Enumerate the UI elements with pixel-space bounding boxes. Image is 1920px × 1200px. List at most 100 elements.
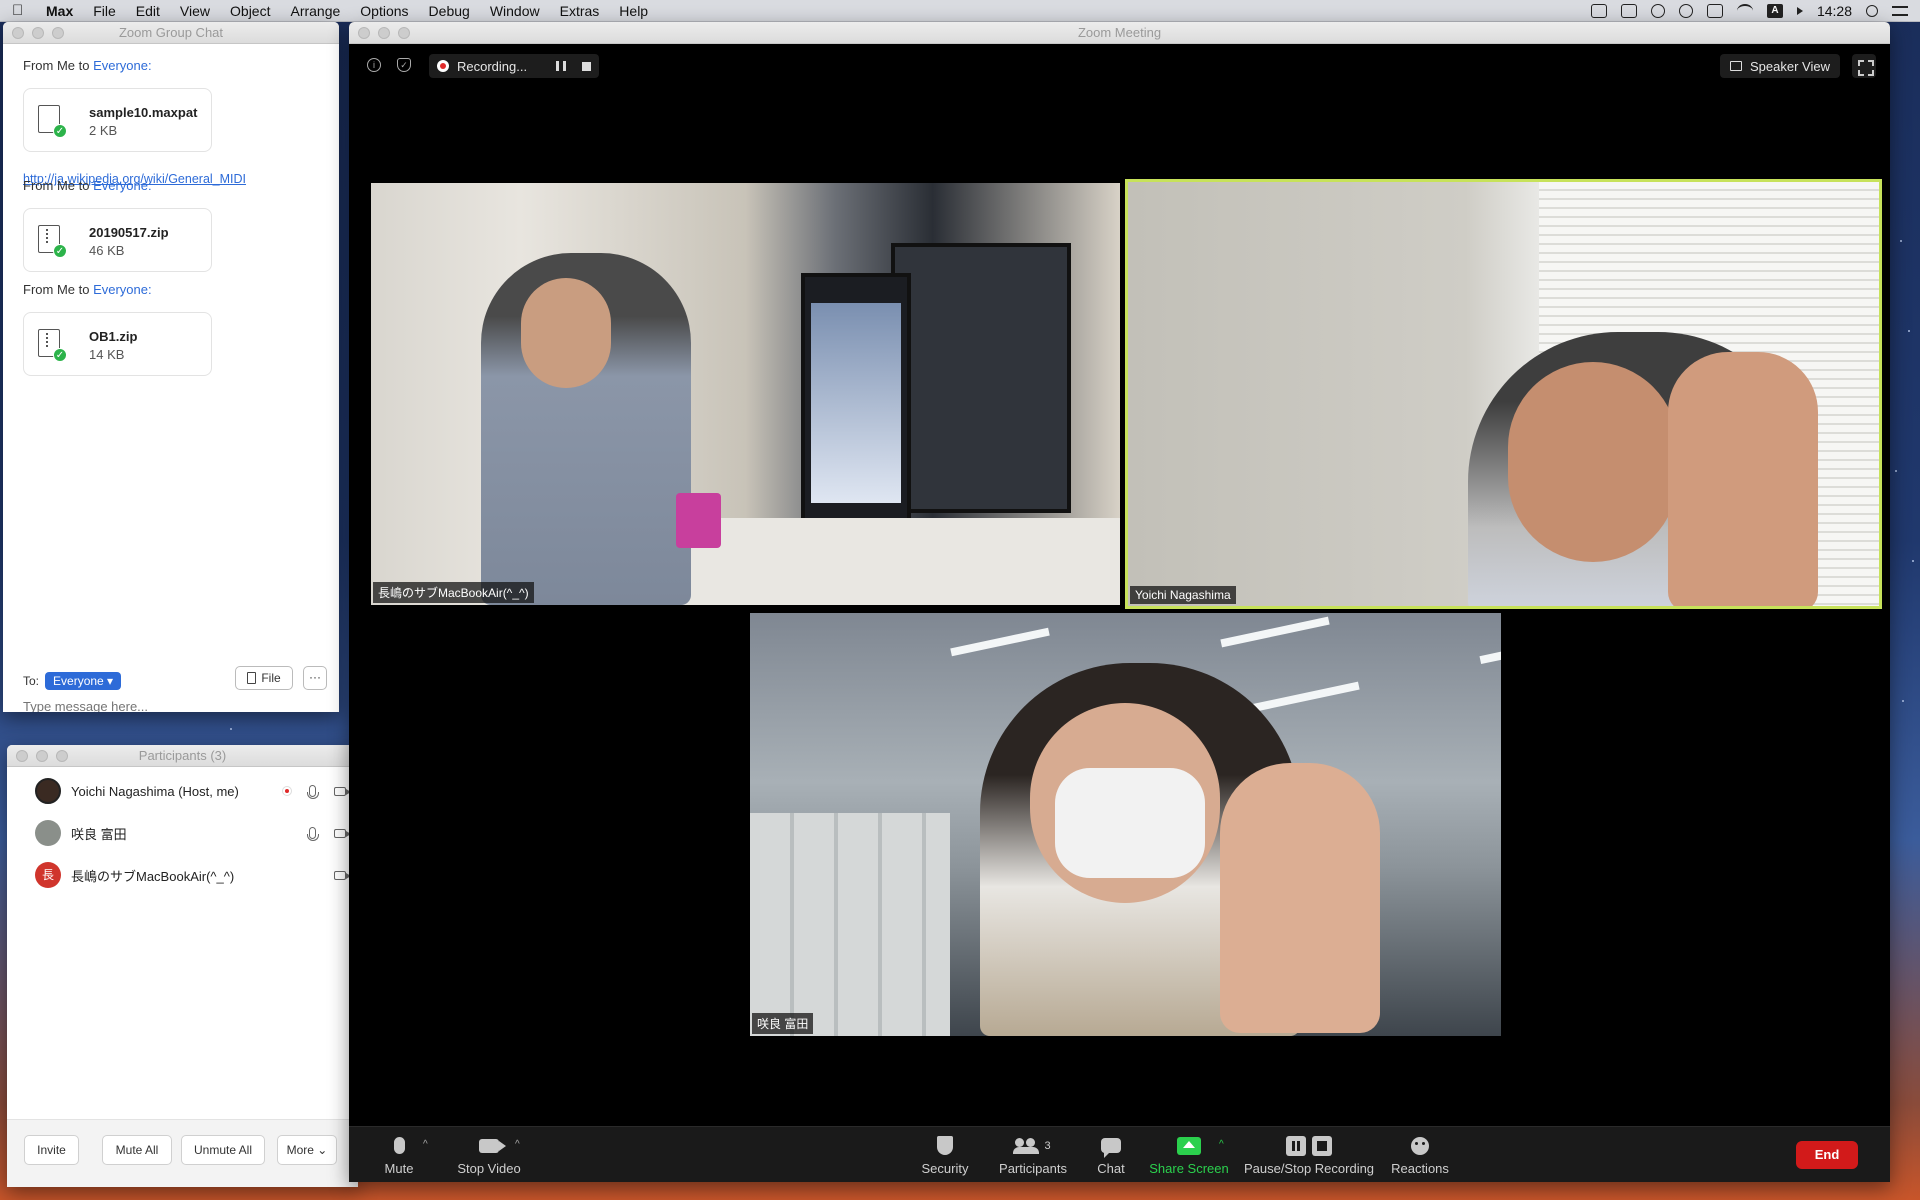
menu-debug[interactable]: Debug [429,3,470,19]
menu-object[interactable]: Object [230,3,270,19]
screen-icon[interactable] [1620,3,1637,18]
minimize-button[interactable] [36,749,48,762]
zoom-button[interactable] [398,26,410,39]
recipient-link[interactable]: Everyone: [93,178,152,193]
chat-button[interactable]: Chat [1083,1127,1139,1182]
menu-help[interactable]: Help [619,3,648,19]
video-tile[interactable]: 長嶋のサブMacBookAir(^_^) [371,183,1120,605]
menu-app[interactable]: Max [46,3,73,19]
participants-titlebar[interactable]: Participants (3) [7,745,358,767]
chat-titlebar[interactable]: Zoom Group Chat [3,22,339,44]
close-button[interactable] [12,26,24,39]
more-button[interactable]: More ⌄ [277,1135,337,1165]
participant-row[interactable]: 長 長嶋のサブMacBookAir(^_^) [7,855,358,895]
menu-view[interactable]: View [180,3,210,19]
video-tile-name: Yoichi Nagashima [1130,586,1236,604]
time-machine-icon[interactable] [1650,3,1665,18]
recording-indicator: Recording... [429,54,599,78]
minimize-button[interactable] [378,26,390,39]
encryption-shield-icon[interactable]: ✓ [397,58,411,72]
menubar:  Max File Edit View Object Arrange Opti… [0,0,1920,22]
smiley-icon [1411,1136,1429,1155]
zip-file-icon: ✓ [38,225,67,258]
file-name: 20190517.zip [89,225,169,240]
file-attachment[interactable]: ✓ 20190517.zip 46 KB [23,208,212,272]
input-source-icon[interactable]: A [1766,3,1783,18]
participant-row[interactable]: Yoichi Nagashima (Host, me) [7,771,358,811]
end-meeting-button[interactable]: End [1796,1141,1858,1169]
share-screen-button[interactable]: Share Screen [1144,1127,1234,1182]
pause-icon [1286,1135,1306,1156]
audio-options-chevron-icon[interactable]: ^ [423,1139,428,1150]
minimize-button[interactable] [32,26,44,39]
clock-icon[interactable] [1678,3,1693,18]
zoom-button[interactable] [56,749,68,762]
menu-edit[interactable]: Edit [136,3,160,19]
file-size: 2 KB [89,123,118,138]
active-speaker-tile[interactable]: Yoichi Nagashima [1125,179,1882,609]
file-icon: ✓ [38,105,67,138]
video-tile[interactable]: 咲良 富田 [750,613,1501,1036]
file-size: 46 KB [89,243,125,258]
chat-bubble-icon [1101,1138,1121,1158]
send-file-button[interactable]: File [235,666,293,690]
fullscreen-button[interactable] [1852,54,1876,78]
info-icon[interactable]: i [367,58,381,72]
mute-all-button[interactable]: Mute All [102,1135,172,1165]
menu-options[interactable]: Options [360,3,408,19]
file-attachment[interactable]: ✓ sample10.maxpat 2 KB [23,88,212,152]
speaker-view-button[interactable]: Speaker View [1720,54,1840,78]
menubar-clock[interactable]: 14:28 [1817,3,1852,19]
spotlight-icon[interactable] [1866,4,1878,17]
menu-window[interactable]: Window [490,3,540,19]
recipient-link[interactable]: Everyone: [93,58,152,73]
video-camera-icon[interactable] [334,870,351,880]
participants-button[interactable]: 3 Participants [985,1127,1081,1182]
participant-name: Yoichi Nagashima (Host, me) [71,783,239,799]
pause-recording-icon[interactable] [556,61,566,71]
wifi-icon[interactable] [1736,3,1753,18]
chat-message-header: From Me to Everyone: [23,178,152,193]
meeting-titlebar[interactable]: Zoom Meeting [349,22,1890,44]
chat-message-header: From Me to Everyone: [23,58,152,73]
apple-icon[interactable]:  [12,2,26,19]
menu-file[interactable]: File [93,3,116,19]
volume-icon[interactable] [1796,6,1803,15]
message-input[interactable] [23,699,313,712]
close-button[interactable] [16,749,28,762]
close-button[interactable] [358,26,370,39]
participant-name: 咲良 富田 [71,826,127,842]
mute-button[interactable]: Mute [369,1127,429,1182]
to-label: To: [23,674,40,688]
share-options-chevron-icon[interactable]: ^ [1219,1139,1224,1150]
file-icon [247,672,257,684]
reactions-button[interactable]: Reactions [1385,1127,1455,1182]
zoom-menubar-icon[interactable] [1590,3,1607,18]
recipient-dropdown[interactable]: Everyone ▾ [45,672,122,690]
video-options-chevron-icon[interactable]: ^ [515,1139,520,1150]
menu-arrange[interactable]: Arrange [290,3,340,19]
microphone-icon[interactable] [307,827,319,841]
video-tile-name: 咲良 富田 [752,1013,814,1034]
invite-button[interactable]: Invite [24,1135,79,1165]
participant-row[interactable]: 咲良 富田 [7,813,358,853]
recording-icon [437,60,449,72]
video-camera-icon[interactable] [334,786,351,796]
security-button[interactable]: Security [909,1127,981,1182]
chat-more-button[interactable]: ··· [303,666,327,690]
file-attachment[interactable]: ✓ OB1.zip 14 KB [23,312,212,376]
participants-window: Participants (3) Yoichi Nagashima (Host,… [7,745,358,1187]
unmute-all-button[interactable]: Unmute All [181,1135,265,1165]
stop-video-button[interactable]: Stop Video [449,1127,529,1182]
microphone-icon[interactable] [307,785,319,799]
airplay-icon[interactable] [1706,3,1723,18]
notification-center-icon[interactable] [1892,5,1908,16]
menu-extras[interactable]: Extras [560,3,600,19]
meeting-window: Zoom Meeting i ✓ Recording... Speaker Vi… [349,22,1890,1182]
stop-recording-icon[interactable] [582,61,591,71]
zoom-button[interactable] [52,26,64,39]
recipient-link[interactable]: Everyone: [93,282,152,297]
pause-stop-recording-button[interactable]: Pause/Stop Recording [1239,1127,1379,1182]
video-camera-icon[interactable] [334,828,351,838]
avatar [35,778,61,804]
